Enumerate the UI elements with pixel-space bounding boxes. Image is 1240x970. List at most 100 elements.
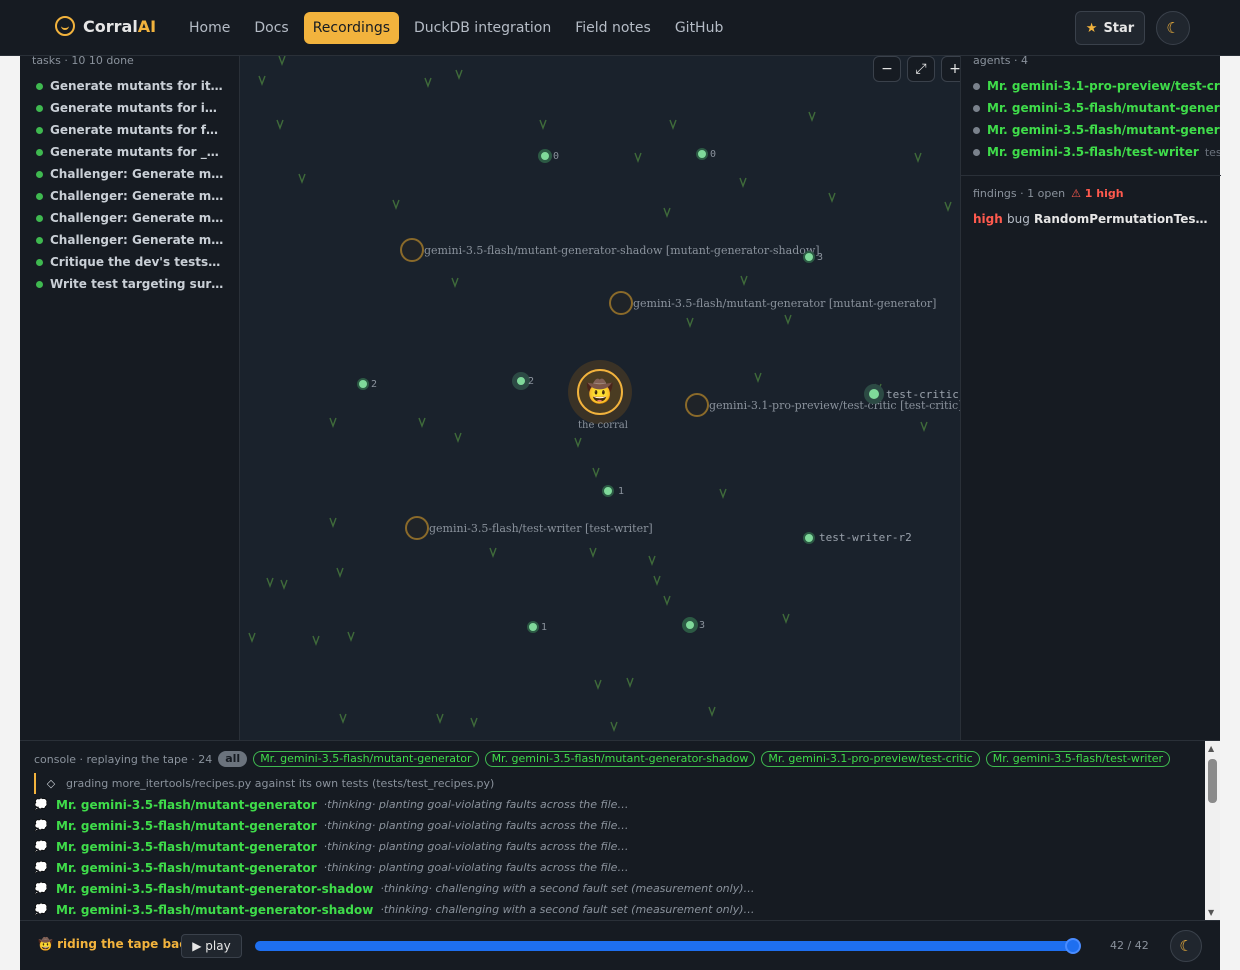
corral-center[interactable]: 🤠 xyxy=(568,360,632,424)
grass-tuft-icon xyxy=(258,75,266,86)
task-item[interactable]: Challenger: Generate mutan… xyxy=(20,163,239,185)
console-system-line: ◇ grading more_itertools/recipes.py again… xyxy=(34,773,494,794)
agent-node-label: gemini-3.5-flash/mutant-generator [mutan… xyxy=(633,296,937,310)
agents-header: agents · 4 xyxy=(973,54,1028,67)
task-item[interactable]: Critique the dev's tests test-… xyxy=(20,251,239,273)
agent-item[interactable]: Mr. gemini-3.1-pro-preview/test-critict xyxy=(961,75,1220,97)
theme-toggle-footer-button[interactable]: ☾ xyxy=(1170,930,1202,962)
task-node-dot xyxy=(357,378,369,390)
grass-tuft-icon xyxy=(739,177,747,188)
task-item[interactable]: Generate mutants for factor,… xyxy=(20,119,239,141)
grass-tuft-icon xyxy=(539,119,547,130)
writer-r2-node[interactable]: test-writer-r2 xyxy=(803,531,912,544)
zoom-in-button[interactable]: + xyxy=(941,56,960,82)
task-label: Challenger: Generate mutan… xyxy=(50,233,224,247)
high-count-badge: ⚠ 1 high xyxy=(1071,187,1124,200)
console-message: ·thinking· planting goal-violating fault… xyxy=(323,798,629,811)
task-item[interactable]: Challenger: Generate mutan… xyxy=(20,185,239,207)
filter-pill[interactable]: Mr. gemini-3.1-pro-preview/test-critic xyxy=(761,751,980,767)
grass-tuft-icon xyxy=(592,467,600,478)
fit-view-button[interactable]: ⤢ xyxy=(907,56,935,82)
tape-progress-slider[interactable] xyxy=(255,941,1073,951)
finding-severity: high xyxy=(973,212,1003,226)
filter-all-pill[interactable]: all xyxy=(218,751,248,767)
thought-bubble-icon: 💭 xyxy=(34,840,48,853)
finding-item[interactable]: high bug RandomPermutationTests.tes… xyxy=(973,212,1213,226)
task-node-count: 3 xyxy=(817,251,824,263)
task-item[interactable]: Generate mutants for iter_in… xyxy=(20,75,239,97)
task-label: Challenger: Generate mutan… xyxy=(50,189,224,203)
task-node[interactable]: 1 xyxy=(602,485,624,497)
task-node-count: 2 xyxy=(371,378,378,390)
agent-node[interactable]: gemini-3.5-flash/test-writer [test-write… xyxy=(405,516,653,540)
grass-tuft-icon xyxy=(436,713,444,724)
agent-name: Mr. gemini-3.5-flash/mutant-generator- xyxy=(987,123,1220,137)
task-node[interactable]: 2 xyxy=(512,372,534,390)
task-label: Generate mutants for factor,… xyxy=(50,123,224,137)
done-dot-icon xyxy=(36,258,43,266)
task-item[interactable]: Challenger: Generate mutan… xyxy=(20,229,239,251)
task-item[interactable]: Generate mutants for _stron… xyxy=(20,141,239,163)
task-node[interactable]: 0 xyxy=(696,148,716,160)
grass-tuft-icon xyxy=(574,437,582,448)
console-line: 💭 Mr. gemini-3.5-flash/mutant-generator ·t… xyxy=(34,836,628,857)
console-scrollbar[interactable]: ▲ ▼ xyxy=(1205,741,1220,921)
moon-icon: ☾ xyxy=(1179,937,1193,955)
corral-label: the corral xyxy=(578,420,628,431)
critic-node-label: test-critic xyxy=(886,387,959,401)
task-node[interactable]: 3 xyxy=(803,251,823,263)
corral-map[interactable]: gemini-3.5-flash/mutant-generator-shadow… xyxy=(240,56,960,740)
play-button[interactable]: ▶ play xyxy=(181,934,242,958)
thought-bubble-icon: 💭 xyxy=(34,798,48,811)
agent-item[interactable]: Mr. gemini-3.5-flash/mutant-generator- xyxy=(961,119,1220,141)
console-message: ·thinking· planting goal-violating fault… xyxy=(323,861,629,874)
tasks-panel: tasks · 10 10 done Generate mutants for … xyxy=(20,55,240,740)
grass-tuft-icon xyxy=(418,417,426,428)
task-node[interactable]: 1 xyxy=(527,621,547,633)
grass-tuft-icon xyxy=(686,317,694,328)
task-node-count: 0 xyxy=(710,148,717,160)
task-item[interactable]: Write test targeting survivor… xyxy=(20,273,239,295)
panel-divider xyxy=(961,175,1221,176)
filter-pill[interactable]: Mr. gemini-3.5-flash/test-writer xyxy=(985,751,1171,767)
grass-tuft-icon xyxy=(278,56,286,66)
task-node[interactable]: 2 xyxy=(357,378,377,390)
tape-counter: 42 / 42 xyxy=(1110,939,1149,952)
thought-bubble-icon: 💭 xyxy=(34,819,48,832)
task-label: Generate mutants for iter_in… xyxy=(50,79,224,93)
task-item[interactable]: Generate mutants for is_pri… xyxy=(20,97,239,119)
grass-tuft-icon xyxy=(784,314,792,325)
agent-role: test-wri xyxy=(1204,145,1220,159)
agent-node[interactable]: gemini-3.5-flash/mutant-generator-shadow… xyxy=(400,238,820,262)
scroll-up-arrow-icon[interactable]: ▲ xyxy=(1208,744,1214,753)
agent-node-ring xyxy=(685,393,709,417)
thought-bubble-icon: 💭 xyxy=(34,903,48,916)
writer-r2-node-dot xyxy=(803,531,815,544)
scroll-down-arrow-icon[interactable]: ▼ xyxy=(1208,908,1214,917)
agent-item[interactable]: Mr. gemini-3.5-flash/test-writer test-wri xyxy=(961,141,1220,163)
task-label: Challenger: Generate mutan… xyxy=(50,167,224,181)
console-title: console · replaying the tape · 24 xyxy=(34,752,213,766)
agent-name: Mr. gemini-3.5-flash/mutant-generator xyxy=(987,101,1220,115)
task-node-count: 1 xyxy=(618,485,625,497)
grass-tuft-icon xyxy=(719,488,727,499)
task-node[interactable]: 0 xyxy=(538,149,559,163)
grass-tuft-icon xyxy=(610,721,618,732)
task-item[interactable]: Challenger: Generate mutan… xyxy=(20,207,239,229)
done-dot-icon xyxy=(36,280,43,288)
filter-pill[interactable]: Mr. gemini-3.5-flash/mutant-generator-sh… xyxy=(484,751,756,767)
filter-pill[interactable]: Mr. gemini-3.5-flash/mutant-generator xyxy=(253,751,479,767)
console-message: ·thinking· challenging with a second fau… xyxy=(380,903,755,916)
grass-tuft-icon xyxy=(663,595,671,606)
agents-panel: agents · 4 Mr. gemini-3.1-pro-preview/te… xyxy=(960,54,1221,740)
task-node[interactable]: 3 xyxy=(682,617,705,633)
zoom-out-button[interactable]: − xyxy=(873,56,901,82)
grass-tuft-icon xyxy=(455,69,463,80)
grass-tuft-icon xyxy=(276,119,284,130)
status-dot-icon xyxy=(973,82,980,90)
scrollbar-thumb[interactable] xyxy=(1208,759,1217,803)
agent-item[interactable]: Mr. gemini-3.5-flash/mutant-generator xyxy=(961,97,1220,119)
critic-node[interactable]: test-critic xyxy=(864,384,959,404)
tape-progress-knob[interactable] xyxy=(1065,938,1081,954)
agent-node[interactable]: gemini-3.5-flash/mutant-generator [mutan… xyxy=(609,291,936,315)
